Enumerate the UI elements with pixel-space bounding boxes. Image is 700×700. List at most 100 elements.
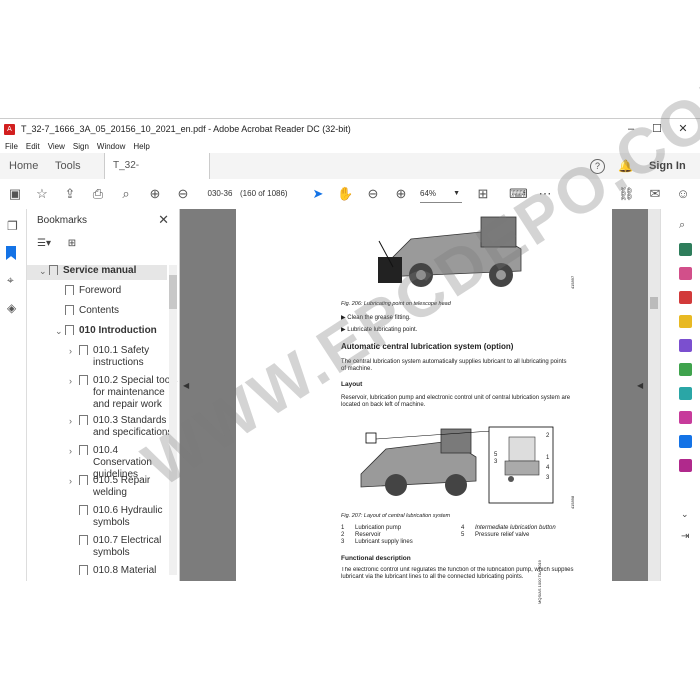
bookmark-label: 010.2 Special tools for maintenance and … — [93, 375, 178, 410]
hand-tool-icon[interactable]: ✋ — [337, 186, 353, 202]
chevron-right-icon[interactable]: › — [69, 475, 72, 487]
bookmark-star-icon[interactable]: ☆ — [34, 186, 50, 202]
bookmark-icon — [65, 305, 74, 315]
protect-icon[interactable] — [679, 435, 692, 448]
legend-number: 5 — [461, 532, 465, 538]
bookmark-label: Foreword — [79, 285, 122, 296]
chevron-right-icon[interactable]: › — [69, 415, 72, 427]
acrobat-window: A T_32-7_1666_3A_05_20156_10_2021_en.pdf… — [0, 47, 700, 604]
page-thumbnails-icon[interactable]: ❐ — [7, 219, 18, 233]
tab-home[interactable]: Home — [9, 153, 38, 179]
menu-edit[interactable]: Edit — [26, 142, 40, 151]
chevron-right-icon[interactable]: › — [69, 445, 72, 457]
bookmark-icon — [65, 325, 74, 335]
bookmarks-panel-icon[interactable] — [6, 246, 16, 260]
legend-number: 4 — [461, 525, 465, 531]
bookmark-icon — [79, 415, 88, 425]
legend-text: Lubrication pump — [355, 525, 402, 531]
bookmark-icon — [65, 285, 74, 295]
menu-view[interactable]: View — [48, 142, 65, 151]
save-icon[interactable]: ▣ — [7, 186, 23, 202]
combine-files-icon[interactable] — [679, 339, 692, 352]
fig207-caption: Fig. 207: Layout of central lubrication … — [341, 513, 451, 519]
print-icon[interactable]: ⎙ — [90, 186, 106, 202]
page-number-input[interactable]: 030-36 — [205, 186, 235, 202]
bookmarks-scroll-thumb[interactable] — [169, 275, 177, 309]
legend-number: 2 — [341, 532, 345, 538]
upload-icon[interactable]: ⇪ — [62, 186, 78, 202]
document-scrollbar[interactable] — [648, 209, 660, 581]
zoom-value: 64% — [420, 189, 437, 198]
callout-2: 2 — [546, 433, 550, 439]
paragraph-layout: Reservoir, lubrication pump and electron… — [341, 395, 571, 408]
bookmark-icon — [79, 445, 88, 455]
bookmark-icon — [79, 565, 88, 575]
collapse-left-panel-icon[interactable]: ◀ — [183, 381, 189, 390]
tab-document[interactable]: T_32-7_1666_3A_0... ✕ — [104, 153, 210, 197]
comment-icon[interactable] — [679, 315, 692, 328]
document-scroll-thumb[interactable] — [650, 297, 658, 309]
window-title: T_32-7_1666_3A_05_20156_10_2021_en.pdf -… — [21, 124, 351, 134]
scan-icon[interactable] — [679, 387, 692, 400]
chevron-down-icon[interactable]: ⌄ — [55, 325, 63, 337]
bookmark-tools: ☰▾ ⊞ — [37, 238, 76, 249]
chevron-down-icon[interactable]: ⌄ — [681, 509, 689, 520]
menu-window[interactable]: Window — [97, 142, 125, 151]
chevron-right-icon[interactable]: › — [69, 375, 72, 387]
paragraph-function: The electronic control unit regulates th… — [341, 567, 574, 580]
bookmark-label: 010.8 Material — [93, 565, 157, 576]
zoom-out-icon[interactable]: ⊖ — [365, 186, 381, 202]
bookmark-options-icon[interactable]: ☰▾ — [37, 238, 51, 249]
bookmark-label: Contents — [79, 305, 120, 316]
next-page-icon[interactable]: ⊖ — [175, 186, 191, 202]
functional-heading: Functional description — [341, 555, 411, 562]
account-icon[interactable]: ☺ — [675, 186, 691, 202]
chevron-right-icon[interactable]: › — [69, 345, 72, 357]
callout-5: 5 — [494, 452, 498, 458]
export-pdf-icon[interactable] — [679, 243, 692, 256]
collapse-right-panel-icon[interactable]: ◀ — [637, 381, 643, 390]
select-cursor-icon[interactable]: ➤ — [310, 186, 326, 202]
page-count: (160 of 1086) — [240, 189, 288, 198]
create-pdf-icon[interactable] — [679, 267, 692, 280]
legend-number: 3 — [341, 539, 345, 545]
add-bookmark-icon[interactable]: ⊞ — [68, 238, 76, 249]
bookmark-icon — [79, 345, 88, 355]
close-bookmarks-icon[interactable]: ✕ — [158, 212, 169, 228]
legend-text: Intermediate lubrication button — [475, 525, 556, 531]
lubrication-layout-illustration — [360, 426, 554, 504]
previous-page-icon[interactable]: ⊕ — [147, 186, 163, 202]
page-display-icon[interactable]: ⊞ — [475, 186, 491, 202]
attachments-icon[interactable]: ⌖ — [7, 273, 14, 288]
tab-tools[interactable]: Tools — [55, 153, 81, 179]
bookmark-icon — [79, 375, 88, 385]
bookmark-label: 010.7 Electrical symbols — [93, 535, 162, 558]
bookmark-label: Service manual — [63, 265, 137, 276]
expand-panel-icon[interactable]: ⇥ — [681, 531, 689, 542]
zoom-level-select[interactable]: 64% ▼ — [420, 186, 462, 203]
bookmarks-panel: Bookmarks ✕ ☰▾ ⊞ ⌄ Service manual Foreword… — [27, 209, 180, 581]
compress-icon[interactable] — [679, 459, 692, 472]
fig206-code: 415897 — [570, 275, 576, 290]
menu-help[interactable]: Help — [133, 142, 149, 151]
edit-pdf-icon[interactable] — [679, 291, 692, 304]
fill-sign-icon[interactable] — [679, 411, 692, 424]
layers-icon[interactable]: ◈ — [7, 301, 16, 315]
fig207-code: 415898 — [570, 495, 576, 510]
callout-3b: 3 — [546, 475, 550, 481]
bookmark-label: 010 Introduction — [79, 325, 157, 336]
organize-pages-icon[interactable] — [679, 363, 692, 376]
zoom-in-icon[interactable]: ⊕ — [393, 186, 409, 202]
search-icon[interactable]: ⌕ — [679, 219, 685, 232]
chevron-down-icon[interactable]: ⌄ — [39, 265, 47, 277]
bookmark-icon — [79, 505, 88, 515]
zoom-search-icon[interactable]: ⌕ — [118, 186, 134, 202]
right-tools-rail: ⌕ ⌄ ⇥ — [660, 209, 700, 581]
bookmarks-title: Bookmarks — [37, 215, 88, 226]
callout-3a: 3 — [494, 459, 498, 465]
menu-file[interactable]: File — [5, 142, 18, 151]
bookmark-icon — [79, 475, 88, 485]
menu-sign[interactable]: Sign — [73, 142, 89, 151]
legend-text: Reservoir — [355, 532, 381, 538]
bookmark-icon — [49, 265, 58, 275]
